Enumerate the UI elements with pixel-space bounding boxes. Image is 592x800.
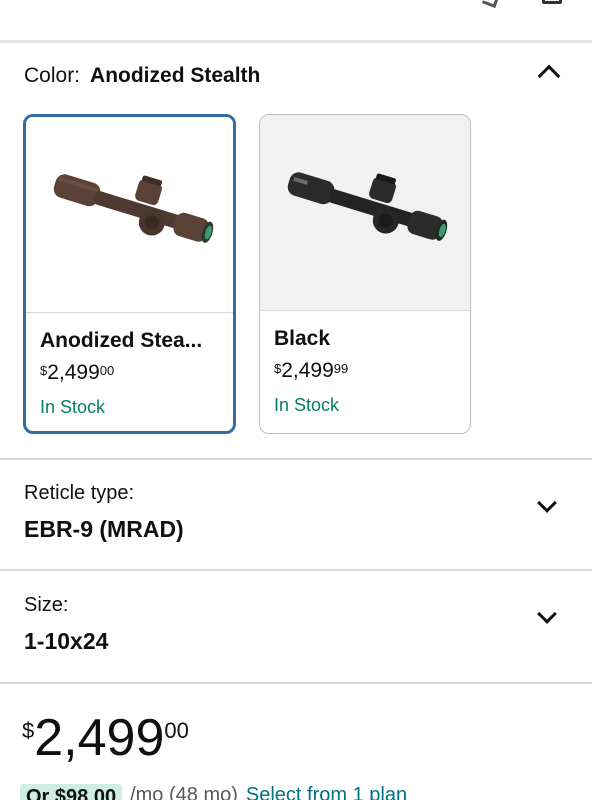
financing-line: Or $98.00 /mo (48 mo) Select from 1 plan <box>20 784 407 800</box>
scope-image-anodized <box>53 174 214 243</box>
chevron-up-icon[interactable] <box>537 64 561 88</box>
color-label: Color: <box>24 64 81 87</box>
product-image <box>260 115 470 311</box>
payment-term: /mo (48 mo) <box>130 784 238 800</box>
stock-status: In Stock <box>274 395 340 415</box>
share-icon[interactable] <box>482 0 500 8</box>
swatch-name: Black <box>274 327 331 350</box>
price-symbol: $ <box>40 363 48 378</box>
stock-status: In Stock <box>40 397 106 417</box>
size-label: Size: <box>24 594 69 616</box>
swatch-price: $ 2,499 99 <box>274 359 348 383</box>
top-toolbar-partial <box>0 0 592 40</box>
section-divider <box>0 569 592 571</box>
product-options-page: Color: Anodized Stealth Anodized Stea...… <box>0 0 592 800</box>
price-whole: 2,499 <box>281 359 334 382</box>
price-fraction: 99 <box>333 361 349 376</box>
price-symbol: $ <box>274 361 282 376</box>
swatch-price: $ 2,499 00 <box>40 361 114 385</box>
chevron-down-icon[interactable] <box>537 604 557 624</box>
reticle-label: Reticle type: <box>24 482 135 504</box>
select-plan-link[interactable]: Select from 1 plan <box>246 784 407 800</box>
monthly-payment-badge: Or $98.00 <box>20 784 123 800</box>
section-divider <box>0 40 592 43</box>
price-fraction: 00 <box>99 363 115 378</box>
section-divider <box>0 682 592 684</box>
color-selector-header[interactable]: Color: Anodized Stealth <box>24 62 260 90</box>
size-value: 1-10x24 <box>24 628 109 654</box>
price-symbol: $ <box>22 718 35 743</box>
price-whole: 2,499 <box>34 709 165 767</box>
cart-icon[interactable] <box>542 0 562 4</box>
color-swatch-black[interactable]: Black $ 2,499 99 In Stock <box>259 114 471 434</box>
reticle-value: EBR-9 (MRAD) <box>24 516 184 542</box>
section-divider <box>0 458 592 460</box>
price-fraction: 00 <box>164 718 189 743</box>
color-swatch-anodized-stealth[interactable]: Anodized Stea... $ 2,499 00 In Stock <box>23 114 236 434</box>
swatch-name: Anodized Stea... <box>40 329 203 352</box>
product-price: $ 2,499 00 <box>22 712 189 764</box>
price-whole: 2,499 <box>47 361 100 384</box>
product-image <box>26 117 233 313</box>
chevron-down-icon[interactable] <box>537 493 557 513</box>
color-selected-value: Anodized Stealth <box>90 64 261 87</box>
scope-image-black <box>287 172 448 241</box>
